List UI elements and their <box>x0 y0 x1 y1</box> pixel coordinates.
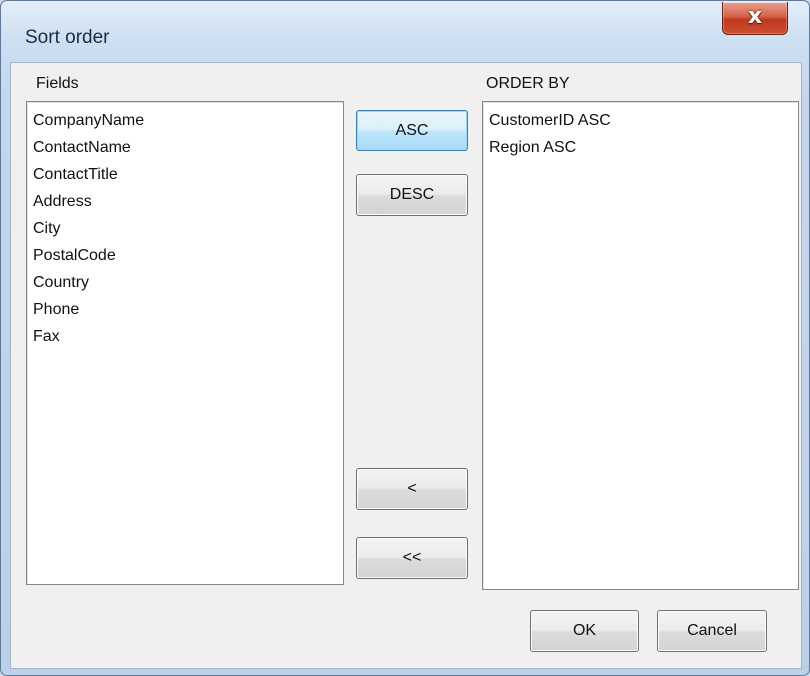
sort-order-dialog: Sort order x Fields ORDER BY CompanyName… <box>0 0 810 676</box>
remove-all-button[interactable]: << <box>356 537 468 579</box>
asc-button[interactable]: ASC <box>356 110 468 151</box>
dialog-body: Fields ORDER BY CompanyName ContactName … <box>10 62 802 669</box>
list-item[interactable]: City <box>33 220 61 238</box>
list-item[interactable]: Country <box>33 274 89 292</box>
order-by-label: ORDER BY <box>486 75 570 92</box>
list-item[interactable]: Fax <box>33 328 60 346</box>
list-item[interactable]: PostalCode <box>33 247 116 265</box>
ok-button[interactable]: OK <box>530 610 639 652</box>
list-item[interactable]: ContactName <box>33 139 131 157</box>
cancel-button[interactable]: Cancel <box>657 610 767 652</box>
list-item[interactable]: ContactTitle <box>33 166 118 184</box>
list-item[interactable]: CustomerID ASC <box>489 112 611 130</box>
list-item[interactable]: CompanyName <box>33 112 144 130</box>
list-item[interactable]: Address <box>33 193 92 211</box>
window-title: Sort order <box>25 27 110 48</box>
fields-listbox[interactable]: CompanyName ContactName ContactTitle Add… <box>26 101 344 585</box>
desc-button[interactable]: DESC <box>356 174 468 216</box>
close-icon: x <box>747 4 763 29</box>
list-item[interactable]: Phone <box>33 301 79 319</box>
list-item[interactable]: Region ASC <box>489 139 576 157</box>
remove-button[interactable]: < <box>356 468 468 510</box>
fields-label: Fields <box>36 75 79 92</box>
order-by-listbox[interactable]: CustomerID ASC Region ASC <box>482 101 799 590</box>
close-button[interactable]: x <box>722 2 788 35</box>
